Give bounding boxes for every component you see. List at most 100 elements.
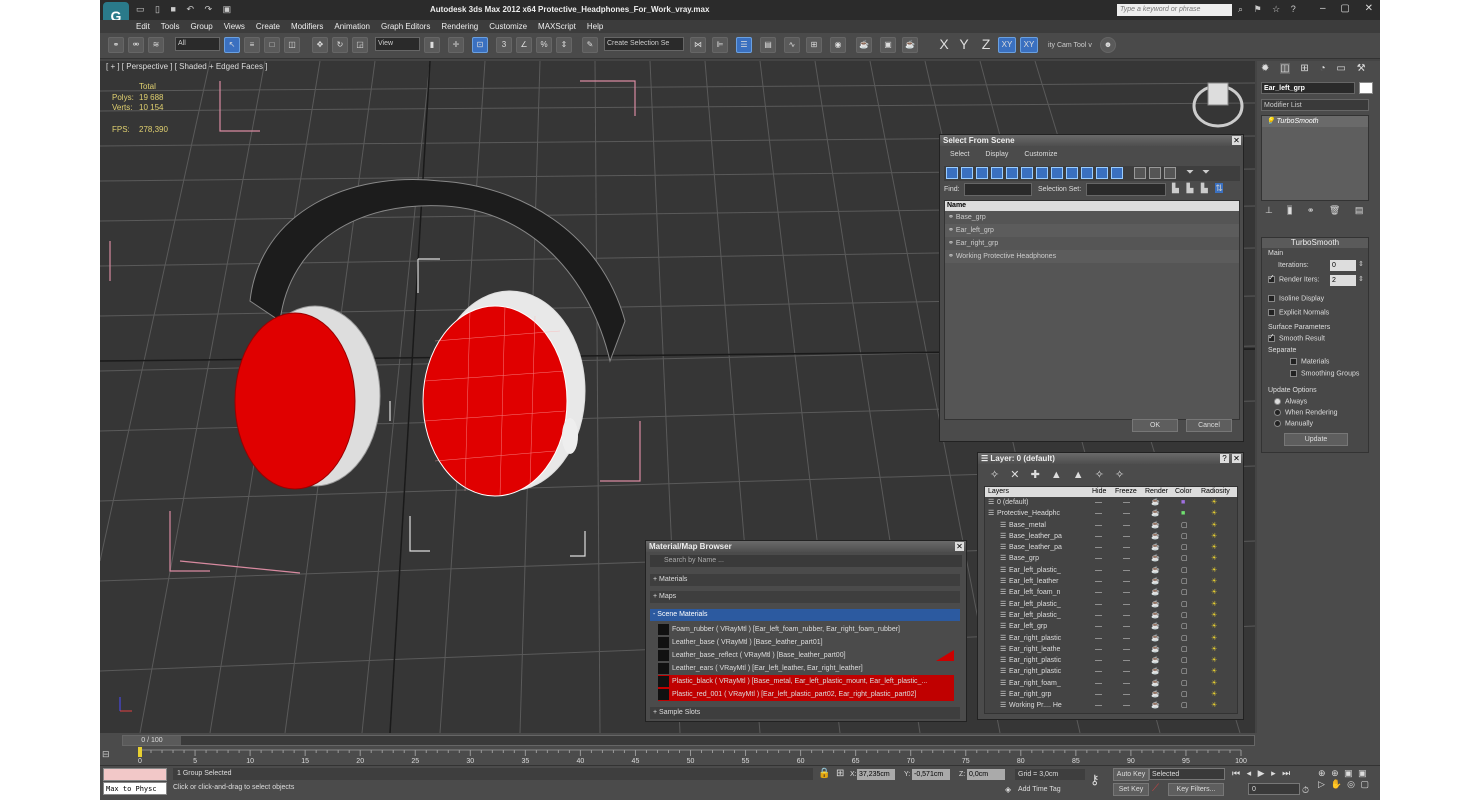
color-swatch[interactable]: ▢ xyxy=(1181,576,1188,587)
layer-row[interactable]: Ear_left_foam_n ☰ — — ☕ ▢ ☀ xyxy=(985,587,1237,598)
open-file-icon[interactable]: ▯ xyxy=(155,4,160,14)
color-swatch[interactable]: ▢ xyxy=(1181,587,1188,598)
freeze-toggle[interactable]: — xyxy=(1123,553,1130,564)
graphite-ribbon-icon[interactable]: ▤ xyxy=(760,37,776,53)
curve-editor-icon[interactable]: ∿ xyxy=(784,37,800,53)
viewport-label[interactable]: [ + ] [ Perspective ] [ Shaded + Edged F… xyxy=(106,62,267,71)
render-teapot-icon[interactable]: ☕ xyxy=(1151,497,1160,508)
hide-toggle[interactable]: — xyxy=(1095,497,1102,508)
unlink-icon[interactable]: ⚮ xyxy=(128,37,144,53)
create-tab-icon[interactable]: ✹ xyxy=(1261,63,1269,74)
render-teapot-icon[interactable]: ☕ xyxy=(1151,700,1160,711)
modifier-list-dropdown[interactable]: Modifier List xyxy=(1261,99,1369,111)
menu-select[interactable]: Select xyxy=(950,151,969,158)
hide-toggle[interactable]: — xyxy=(1095,553,1102,564)
menu-maxscript[interactable]: MAXScript xyxy=(538,22,576,31)
radiosity-icon[interactable]: ☀ xyxy=(1211,689,1217,700)
layer-row[interactable]: Base_leather_pa ☰ — — ☕ ▢ ☀ xyxy=(985,542,1237,553)
maxscript-listener-pink[interactable] xyxy=(103,768,167,781)
radiosity-icon[interactable]: ☀ xyxy=(1211,644,1217,655)
make-unique-icon[interactable]: ⚭ xyxy=(1307,205,1315,215)
menu-customize[interactable]: Customize xyxy=(1024,151,1057,158)
funnel-icon[interactable]: ⏷ xyxy=(1186,167,1194,178)
color-swatch[interactable]: ▢ xyxy=(1181,666,1188,677)
move-icon[interactable]: ✥ xyxy=(312,37,328,53)
hide-toggle[interactable]: — xyxy=(1095,633,1102,644)
list-item[interactable]: ⚭ Ear_right_grp xyxy=(945,237,1239,250)
radiosity-icon[interactable]: ☀ xyxy=(1211,565,1217,576)
hide-all-icon[interactable]: ✧ xyxy=(1115,469,1124,481)
search-icon[interactable]: ⌕ xyxy=(1238,4,1243,14)
group-sample-slots[interactable]: + Sample Slots xyxy=(650,707,960,719)
col-color[interactable]: Color xyxy=(1175,487,1192,497)
color-swatch[interactable]: ▢ xyxy=(1181,633,1188,644)
render-teapot-icon[interactable]: ☕ xyxy=(1151,689,1160,700)
time-tag-icon[interactable]: ◈ xyxy=(1005,785,1011,794)
radiosity-icon[interactable]: ☀ xyxy=(1211,576,1217,587)
project-icon[interactable]: ▣ xyxy=(223,4,232,14)
radiosity-icon[interactable]: ☀ xyxy=(1211,531,1217,542)
menu-modifiers[interactable]: Modifiers xyxy=(291,22,323,31)
filter-containers-icon[interactable] xyxy=(1081,167,1093,179)
time-slider-thumb[interactable]: 0 / 100 xyxy=(123,736,181,745)
layer-row[interactable]: Base_metal ☰ — — ☕ ▢ ☀ xyxy=(985,520,1237,531)
next-frame-icon[interactable]: ▸ xyxy=(1271,768,1276,778)
color-swatch[interactable]: ▢ xyxy=(1181,689,1188,700)
undo-icon[interactable]: ↶ xyxy=(186,4,194,14)
material-item[interactable]: Leather_base_reflect ( VRayMtl ) [Base_l… xyxy=(658,649,954,662)
menu-customize[interactable]: Customize xyxy=(489,22,527,31)
scale-icon[interactable]: ◲ xyxy=(352,37,368,53)
filter-frozen-icon[interactable] xyxy=(1096,167,1108,179)
spinner-snap-icon[interactable]: ⇕ xyxy=(556,37,572,53)
color-swatch[interactable]: ▢ xyxy=(1181,644,1188,655)
funnel-settings-icon[interactable]: ⏷ xyxy=(1202,167,1210,178)
group-materials[interactable]: + Materials xyxy=(650,574,960,586)
radiosity-icon[interactable]: ☀ xyxy=(1211,678,1217,689)
play-icon[interactable]: ▶ xyxy=(1258,768,1265,778)
window-crossing-icon[interactable]: ◫ xyxy=(284,37,300,53)
freeze-toggle[interactable]: — xyxy=(1123,689,1130,700)
radiosity-icon[interactable]: ☀ xyxy=(1211,610,1217,621)
axis-xy-button[interactable]: XY xyxy=(998,37,1016,53)
select-layer-icon[interactable]: ▲ xyxy=(1073,469,1084,481)
ref-coord-dropdown[interactable]: View xyxy=(375,37,420,51)
communication-icon[interactable]: ☆ xyxy=(1272,4,1280,14)
color-swatch[interactable]: ■ xyxy=(1181,497,1185,508)
radiosity-icon[interactable]: ☀ xyxy=(1211,666,1217,677)
close-icon[interactable]: ✕ xyxy=(1365,3,1373,14)
add-to-layer-icon[interactable]: ✚ xyxy=(1031,469,1040,481)
layer-table[interactable]: Layers Hide Freeze Render Color Radiosit… xyxy=(984,486,1238,714)
absolute-mode-icon[interactable]: ⊞ xyxy=(836,768,844,779)
hierarchy-tab-icon[interactable]: ⊞ xyxy=(1300,63,1308,74)
snaps-toggle-icon[interactable]: 3 xyxy=(496,37,512,53)
object-list[interactable]: Name ⚭ Base_grp ⚭ Ear_left_grp ⚭ Ear_rig… xyxy=(944,200,1240,420)
menu-display[interactable]: Display xyxy=(985,151,1008,158)
zoom-extents-icon[interactable]: ▣ xyxy=(1344,768,1353,778)
manually-radio[interactable] xyxy=(1274,420,1281,427)
color-swatch[interactable]: ▢ xyxy=(1181,520,1188,531)
hide-toggle[interactable]: — xyxy=(1095,565,1102,576)
hide-toggle[interactable]: — xyxy=(1095,689,1102,700)
radiosity-icon[interactable]: ☀ xyxy=(1211,508,1217,519)
always-radio[interactable] xyxy=(1274,398,1281,405)
schematic-view-icon[interactable]: ⊞ xyxy=(806,37,822,53)
render-teapot-icon[interactable]: ☕ xyxy=(1151,666,1160,677)
align-icon[interactable]: ⊫ xyxy=(712,37,728,53)
material-item[interactable]: Leather_base ( VRayMtl ) [Base_leather_p… xyxy=(658,636,954,649)
hide-toggle[interactable]: — xyxy=(1095,666,1102,677)
set-keys-icon[interactable]: ⟋ xyxy=(1152,783,1159,794)
remove-set-icon[interactable]: ▙ xyxy=(1201,183,1208,193)
close-icon[interactable]: ✕ xyxy=(1232,454,1241,463)
remove-modifier-icon[interactable]: 🗑 xyxy=(1329,205,1340,215)
freeze-toggle[interactable]: — xyxy=(1123,610,1130,621)
color-swatch[interactable]: ▢ xyxy=(1181,621,1188,632)
layer-row[interactable]: Ear_left_grp ☰ — — ☕ ▢ ☀ xyxy=(985,621,1237,632)
maximize-icon[interactable]: ▢ xyxy=(1340,3,1349,14)
current-frame-field[interactable]: 0 xyxy=(1248,783,1300,795)
go-to-start-icon[interactable]: ⏮ xyxy=(1232,768,1240,778)
hide-toggle[interactable]: — xyxy=(1095,531,1102,542)
render-iters-checkbox[interactable] xyxy=(1268,273,1275,283)
freeze-toggle[interactable]: — xyxy=(1123,520,1130,531)
select-object-icon[interactable]: ↖ xyxy=(224,37,240,53)
layer-manager-icon[interactable]: ☰ xyxy=(736,37,752,53)
